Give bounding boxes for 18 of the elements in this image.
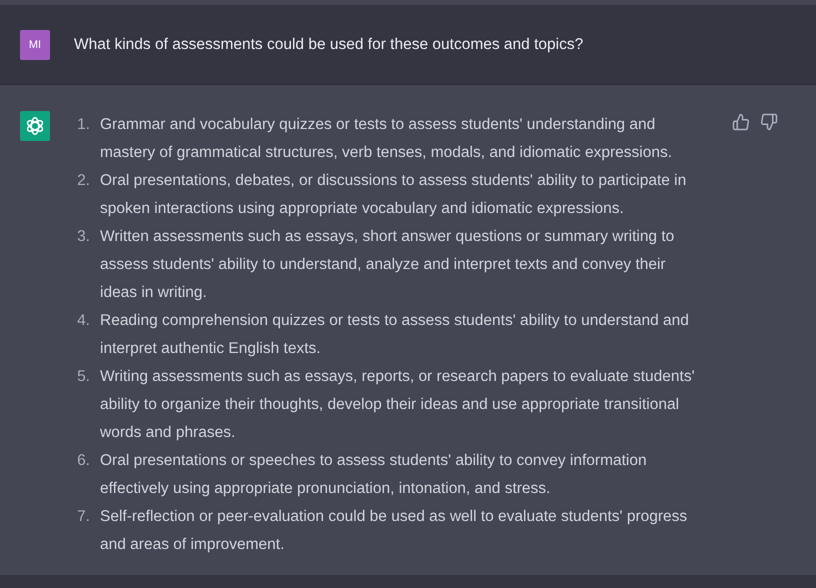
thumbs-down-icon[interactable] [760, 113, 778, 131]
list-item-text: Oral presentations or speeches to assess students' ability to convey information effectively using appropriate pronunciation, intonation, and stress. [100, 451, 648, 499]
list-item-text: Reading comprehension quizzes or tests to assess students' ability to understand and interpret authentic English texts. [100, 311, 690, 359]
list-number: 6. [76, 451, 91, 471]
list-number: 3. [76, 227, 91, 247]
list-item-text: Oral presentations, debates, or discussions to assess students' ability to participate in spoken interactions using appropriate vocabulary and idiomatic expressions. [100, 171, 688, 219]
question-text: What kinds of assessments could be used for these outcomes and topics? [74, 36, 584, 54]
list-item-text: Writing assessments such as essays, reports, or research papers to evaluate students' ability to organize their thoughts, develop their ideas and use appropriate transitional words and phrases. [100, 367, 696, 443]
user-avatar: MI [20, 30, 50, 60]
list-item-text: Grammar and vocabulary quizzes or tests to assess students' understanding and mastery of grammatical structures, verb tenses, modals, and idiomatic expressions. [100, 115, 674, 163]
list-number: 4. [76, 311, 91, 331]
list-number: 7. [76, 507, 91, 527]
list-item-text: Written assessments such as essays, short answer questions or summary writing to assess students' ability to understand, analyze and interpret texts and convey their ideas in writing. [100, 227, 676, 303]
list-item-text: Self-reflection or peer-evaluation could be used as well to evaluate students' progress and areas of improvement. [100, 507, 688, 555]
list-number: 5. [76, 367, 91, 387]
list-number: 1. [76, 115, 91, 135]
thumbs-up-icon[interactable] [732, 113, 750, 131]
list-number: 2. [76, 171, 91, 191]
